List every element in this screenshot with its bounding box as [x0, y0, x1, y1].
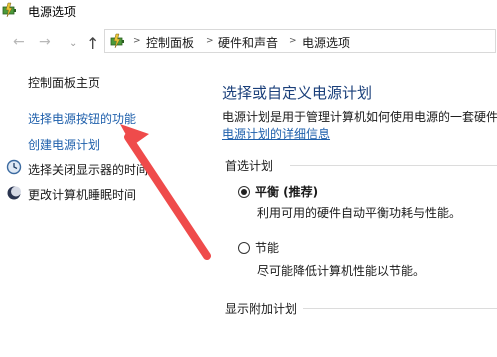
breadcrumb-control-panel[interactable]: 控制面板 — [146, 34, 194, 51]
plan-details-link[interactable]: 电源计划的详细信息 — [222, 125, 330, 142]
breadcrumb-power-options[interactable]: 电源选项 — [302, 34, 350, 51]
window-title: 电源选项 — [28, 5, 77, 19]
show-additional-plans-toggle[interactable]: 显示附加计划 — [225, 300, 304, 317]
group-divider — [290, 165, 497, 166]
sidebar-item-create-plan[interactable]: 创建电源计划 — [28, 136, 100, 153]
sidebar-item-display-off[interactable]: 选择关闭显示器的时间 — [28, 161, 148, 178]
group-divider — [300, 308, 497, 309]
up-button[interactable]: ↑ — [86, 34, 99, 53]
forward-button[interactable]: → — [39, 35, 51, 49]
balanced-plan-radio[interactable] — [238, 186, 250, 198]
sidebar-item-power-buttons[interactable]: 选择电源按钮的功能 — [28, 110, 136, 127]
preferred-plans-label: 首选计划 — [225, 157, 280, 174]
breadcrumb-separator[interactable]: > — [289, 36, 297, 46]
balanced-plan-description: 利用可用的硬件自动平衡功耗与性能。 — [257, 206, 462, 220]
display-clock-icon — [6, 159, 22, 175]
breadcrumb-separator[interactable]: > — [206, 36, 214, 46]
moon-icon — [7, 186, 21, 200]
power-saver-plan-radio[interactable] — [238, 242, 250, 254]
power-options-icon — [110, 33, 124, 49]
power-saver-plan-name[interactable]: 节能 — [255, 239, 279, 256]
power-options-icon — [2, 2, 16, 18]
sidebar-item-sleep-time[interactable]: 更改计算机睡眠时间 — [28, 186, 136, 203]
radio-selected-dot — [241, 189, 247, 195]
balanced-plan-name[interactable]: 平衡 (推荐) — [255, 183, 318, 200]
title-bar: 电源选项 — [0, 0, 497, 22]
breadcrumb-hardware-sound[interactable]: 硬件和声音 — [218, 34, 278, 51]
sidebar-item-control-panel-home[interactable]: 控制面板主页 — [28, 74, 100, 91]
breadcrumb-separator: > — [133, 36, 141, 46]
back-button[interactable]: ← — [13, 35, 25, 49]
power-saver-plan-description: 尽可能降低计算机性能以节能。 — [257, 264, 426, 278]
intro-text: 电源计划是用于管理计算机如何使用电源的一套硬件 — [222, 110, 497, 124]
address-bar[interactable]: > 控制面板 > 硬件和声音 > 电源选项 — [104, 29, 496, 53]
recent-locations-button[interactable]: ⌄ — [69, 38, 77, 49]
page-title: 选择或自定义电源计划 — [222, 84, 373, 102]
